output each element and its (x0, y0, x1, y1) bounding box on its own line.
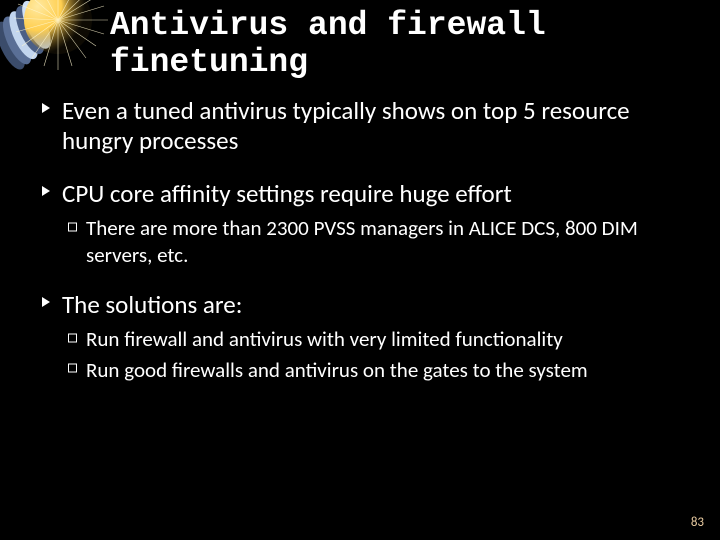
bullet-text: Even a tuned antivirus typically shows o… (62, 95, 630, 157)
bullet-item: CPU core affinity settings require huge … (36, 179, 680, 268)
bullet-list: Even a tuned antivirus typically shows o… (36, 96, 680, 383)
sub-bullet-list: There are more than 2300 PVSS managers i… (62, 215, 680, 268)
slide-title: Antivirus and firewall finetuning (0, 0, 720, 82)
sub-bullet-item: There are more than 2300 PVSS managers i… (62, 215, 680, 268)
sub-bullet-item: Run good firewalls and antivirus on the … (62, 357, 680, 383)
bullet-item: Even a tuned antivirus typically shows o… (36, 96, 680, 157)
sub-bullet-list: Run firewall and antivirus with very lim… (62, 326, 680, 383)
page-number: 83 (691, 515, 704, 530)
sub-bullet-item: Run firewall and antivirus with very lim… (62, 326, 680, 352)
bullet-text: CPU core affinity settings require huge … (62, 178, 512, 209)
bullet-item: The solutions are: Run firewall and anti… (36, 290, 680, 383)
slide-body: Even a tuned antivirus typically shows o… (0, 82, 720, 383)
bullet-text: The solutions are: (62, 289, 242, 320)
